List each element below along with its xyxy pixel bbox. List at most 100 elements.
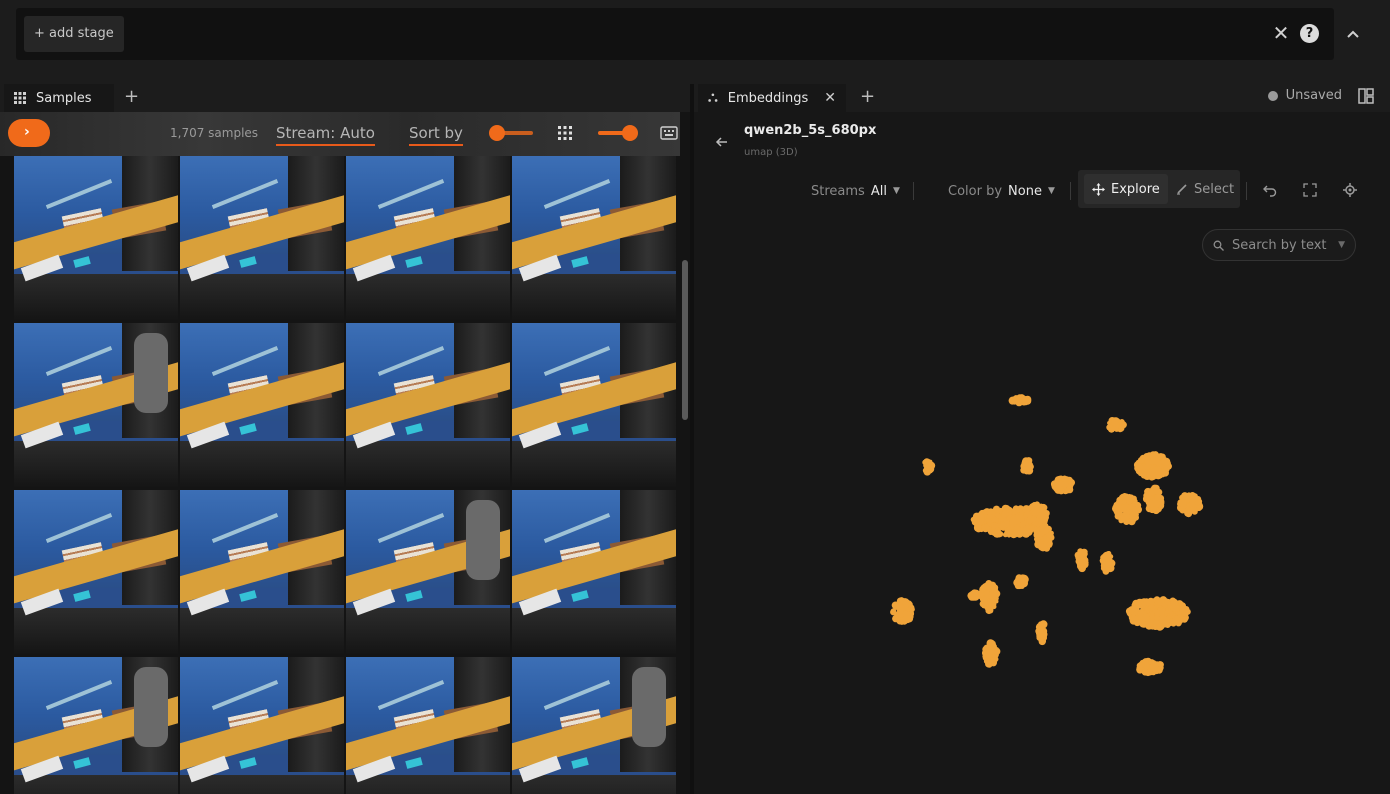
embedding-point[interactable] xyxy=(902,610,908,617)
embedding-point[interactable] xyxy=(1154,494,1161,501)
embedding-point[interactable] xyxy=(929,464,935,470)
add-panel-plus-icon[interactable]: + xyxy=(124,88,139,106)
streams-dropdown[interactable]: Streams All ▼ xyxy=(811,174,900,208)
arrow-left-icon[interactable] xyxy=(714,134,730,150)
fullscreen-icon[interactable] xyxy=(1302,182,1318,198)
embedding-point[interactable] xyxy=(1009,525,1015,530)
embedding-point[interactable] xyxy=(1036,634,1043,641)
embedding-point[interactable] xyxy=(1017,577,1026,586)
embedding-point[interactable] xyxy=(910,607,915,612)
keyboard-icon[interactable] xyxy=(660,126,678,140)
sample-thumbnail[interactable] xyxy=(180,657,344,794)
embedding-point[interactable] xyxy=(1080,549,1088,557)
embedding-point[interactable] xyxy=(1139,620,1147,628)
embedding-point[interactable] xyxy=(1190,495,1198,502)
embedding-point[interactable] xyxy=(1006,533,1012,538)
embedding-point[interactable] xyxy=(1111,419,1116,424)
embedding-point[interactable] xyxy=(1054,478,1059,483)
embedding-point[interactable] xyxy=(981,524,986,529)
add-panel-plus-icon[interactable]: + xyxy=(860,88,875,106)
sample-thumbnail[interactable] xyxy=(14,490,178,654)
add-stage-button[interactable]: + add stage xyxy=(24,16,124,52)
gear-icon[interactable] xyxy=(1342,182,1358,198)
undo-icon[interactable] xyxy=(1262,182,1278,198)
embedding-point[interactable] xyxy=(1135,463,1144,471)
slider-knob[interactable] xyxy=(489,125,505,141)
embedding-point[interactable] xyxy=(1045,528,1050,533)
layout-icon[interactable] xyxy=(1358,88,1374,104)
embedding-point[interactable] xyxy=(1148,604,1156,611)
embedding-point[interactable] xyxy=(994,528,999,534)
embedding-point[interactable] xyxy=(1167,609,1173,614)
embedding-point[interactable] xyxy=(1036,626,1044,634)
embedding-point[interactable] xyxy=(1136,665,1142,671)
embedding-point[interactable] xyxy=(1169,618,1175,625)
embedding-point[interactable] xyxy=(988,659,993,664)
embedding-point[interactable] xyxy=(1120,516,1126,522)
embedding-point[interactable] xyxy=(1128,606,1136,613)
embedding-point[interactable] xyxy=(1128,518,1135,525)
embedding-point[interactable] xyxy=(983,644,990,652)
sample-thumbnail[interactable] xyxy=(512,490,676,654)
sample-thumbnail[interactable] xyxy=(346,657,510,794)
close-tab-icon[interactable]: ✕ xyxy=(824,90,836,106)
search-by-text-field[interactable]: Search by text ▼ xyxy=(1202,229,1356,261)
sample-thumbnail[interactable] xyxy=(512,323,676,487)
embedding-point[interactable] xyxy=(991,586,997,592)
tab-samples[interactable]: Samples xyxy=(4,84,114,112)
embedding-point[interactable] xyxy=(1131,615,1137,621)
embedding-point[interactable] xyxy=(988,650,994,655)
embedding-point[interactable] xyxy=(1189,506,1197,514)
embedding-point[interactable] xyxy=(999,522,1007,530)
embedding-point[interactable] xyxy=(1113,424,1119,430)
embedding-point[interactable] xyxy=(1137,457,1145,464)
embedding-point[interactable] xyxy=(1161,457,1170,466)
embedding-point[interactable] xyxy=(928,459,933,464)
embedding-point[interactable] xyxy=(1114,511,1121,518)
embedding-point[interactable] xyxy=(1164,622,1171,628)
help-icon[interactable]: ? xyxy=(1300,24,1319,43)
embedding-point[interactable] xyxy=(1022,527,1030,535)
embedding-point[interactable] xyxy=(1078,562,1087,570)
embedding-point[interactable] xyxy=(895,604,901,610)
embedding-point[interactable] xyxy=(1179,498,1185,505)
select-mode-button[interactable]: Select xyxy=(1172,174,1238,204)
grid-zoom-slider[interactable] xyxy=(598,125,638,141)
sample-thumbnail[interactable] xyxy=(14,323,178,487)
embedding-point[interactable] xyxy=(986,515,992,520)
embedding-point[interactable] xyxy=(1158,609,1165,616)
embedding-point[interactable] xyxy=(1126,498,1133,504)
embedding-point[interactable] xyxy=(902,600,909,607)
embedding-point[interactable] xyxy=(1025,464,1032,471)
color-by-dropdown[interactable]: Color by None ▼ xyxy=(948,174,1055,208)
embedding-point[interactable] xyxy=(1158,661,1164,668)
tab-embeddings[interactable]: Embeddings ✕ xyxy=(698,84,846,112)
embedding-point[interactable] xyxy=(1194,500,1200,506)
embedding-point[interactable] xyxy=(1177,620,1182,625)
grid-size-icon[interactable] xyxy=(558,126,572,140)
embedding-point[interactable] xyxy=(1140,471,1147,478)
embedding-point[interactable] xyxy=(986,654,991,659)
embedding-point[interactable] xyxy=(1061,481,1069,488)
embedding-point[interactable] xyxy=(1154,616,1159,622)
embedding-point[interactable] xyxy=(1024,397,1029,403)
sample-thumbnail[interactable] xyxy=(180,156,344,320)
embedding-point[interactable] xyxy=(1036,505,1044,513)
clear-view-close-icon[interactable]: ✕ xyxy=(1272,23,1290,43)
embedding-point[interactable] xyxy=(1126,509,1131,514)
embedding-point[interactable] xyxy=(1149,453,1156,460)
embedding-point[interactable] xyxy=(973,524,982,532)
embedding-point[interactable] xyxy=(1142,613,1150,621)
sample-thumbnail[interactable] xyxy=(14,657,178,794)
sort-by-selector[interactable]: Sort by xyxy=(409,124,463,146)
embedding-point[interactable] xyxy=(1161,601,1166,607)
embedding-point[interactable] xyxy=(1132,508,1138,514)
samples-scrollbar[interactable] xyxy=(682,260,688,420)
embedding-point[interactable] xyxy=(1141,668,1149,676)
embedding-point[interactable] xyxy=(981,603,987,609)
embedding-point[interactable] xyxy=(1151,467,1157,473)
embedding-point[interactable] xyxy=(991,644,996,649)
embedding-point[interactable] xyxy=(1144,494,1150,501)
slider-knob[interactable] xyxy=(622,125,638,141)
embedding-point[interactable] xyxy=(984,590,990,597)
